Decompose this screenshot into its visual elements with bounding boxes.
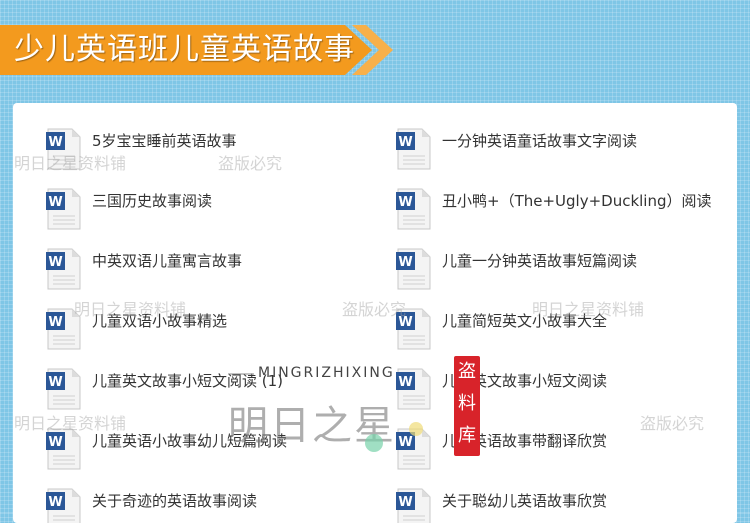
file-item[interactable]: W 关于聪幼儿英语故事欣赏 [396, 487, 726, 523]
file-name: 儿童英文故事小短文阅读 (1) [92, 372, 284, 390]
file-item[interactable]: W 儿童一分钟英语故事短篇阅读 [396, 247, 726, 293]
file-name: 儿童双语小故事精选 [92, 312, 228, 330]
file-item[interactable]: W 儿童英文故事小短文阅读 (1) [46, 367, 366, 413]
file-name: 儿童英语故事带翻译欣赏 [442, 432, 608, 450]
svg-text:W: W [48, 315, 62, 330]
svg-text:W: W [398, 135, 412, 150]
svg-text:W: W [398, 435, 412, 450]
file-item[interactable]: W 丑小鸭+（The+Ugly+Duckling）阅读 [396, 187, 726, 233]
file-item[interactable]: W 儿童英文故事小短文阅读 [396, 367, 726, 413]
file-name: 儿童一分钟英语故事短篇阅读 [442, 252, 638, 270]
file-item[interactable]: W 三国历史故事阅读 [46, 187, 366, 233]
file-item[interactable]: W 儿童英语小故事幼儿短篇阅读 [46, 427, 366, 473]
file-name: 中英双语儿童寓言故事 [92, 252, 243, 270]
word-document-icon: W [46, 307, 82, 351]
word-document-icon: W [46, 427, 82, 471]
file-item[interactable]: W 关于奇迹的英语故事阅读 [46, 487, 366, 523]
word-document-icon: W [396, 247, 432, 291]
word-document-icon: W [396, 367, 432, 411]
word-document-icon: W [396, 127, 432, 171]
file-item[interactable]: W 5岁宝宝睡前英语故事 [46, 127, 366, 173]
file-item[interactable]: W 中英双语儿童寓言故事 [46, 247, 366, 293]
seal-char: 盗 [458, 361, 476, 382]
svg-text:W: W [398, 195, 412, 210]
word-document-icon: W [396, 487, 432, 523]
file-name: 儿童英语小故事幼儿短篇阅读 [92, 432, 288, 450]
file-name: 一分钟英语童话故事文字阅读 [442, 132, 638, 150]
file-name: 儿童英文故事小短文阅读 [442, 372, 608, 390]
svg-text:W: W [398, 315, 412, 330]
file-item[interactable]: W 儿童简短英文小故事大全 [396, 307, 726, 353]
word-document-icon: W [396, 427, 432, 471]
seal-char: 料 [458, 393, 476, 414]
file-name: 三国历史故事阅读 [92, 192, 213, 210]
banner-title: 少儿英语班儿童英语故事 [14, 32, 355, 67]
file-name: 5岁宝宝睡前英语故事 [92, 132, 237, 150]
svg-text:W: W [48, 375, 62, 390]
word-document-icon: W [46, 247, 82, 291]
svg-text:W: W [48, 435, 62, 450]
title-banner: 少儿英语班儿童英语故事 [0, 21, 398, 79]
word-document-icon: W [396, 307, 432, 351]
file-list-panel: W 5岁宝宝睡前英语故事 W 三国历史故事阅读 W 中英双语儿童寓言故事 W 儿… [13, 103, 737, 523]
word-document-icon: W [396, 187, 432, 231]
word-document-icon: W [46, 487, 82, 523]
file-name: 丑小鸭+（The+Ugly+Duckling）阅读 [442, 192, 712, 210]
svg-text:W: W [48, 495, 62, 510]
file-name: 儿童简短英文小故事大全 [442, 312, 608, 330]
file-item[interactable]: W 一分钟英语童话故事文字阅读 [396, 127, 726, 173]
svg-text:W: W [398, 495, 412, 510]
word-document-icon: W [46, 367, 82, 411]
file-item[interactable]: W 儿童双语小故事精选 [46, 307, 366, 353]
word-document-icon: W [46, 187, 82, 231]
seal-stamp: 盗 料 库 [454, 356, 480, 456]
file-name: 关于奇迹的英语故事阅读 [92, 492, 258, 510]
svg-text:W: W [48, 195, 62, 210]
seal-char: 库 [458, 425, 476, 446]
word-document-icon: W [46, 127, 82, 171]
svg-text:W: W [398, 255, 412, 270]
file-name: 关于聪幼儿英语故事欣赏 [442, 492, 608, 510]
svg-text:W: W [48, 135, 62, 150]
svg-text:W: W [398, 375, 412, 390]
svg-text:W: W [48, 255, 62, 270]
file-item[interactable]: W 儿童英语故事带翻译欣赏 [396, 427, 726, 473]
